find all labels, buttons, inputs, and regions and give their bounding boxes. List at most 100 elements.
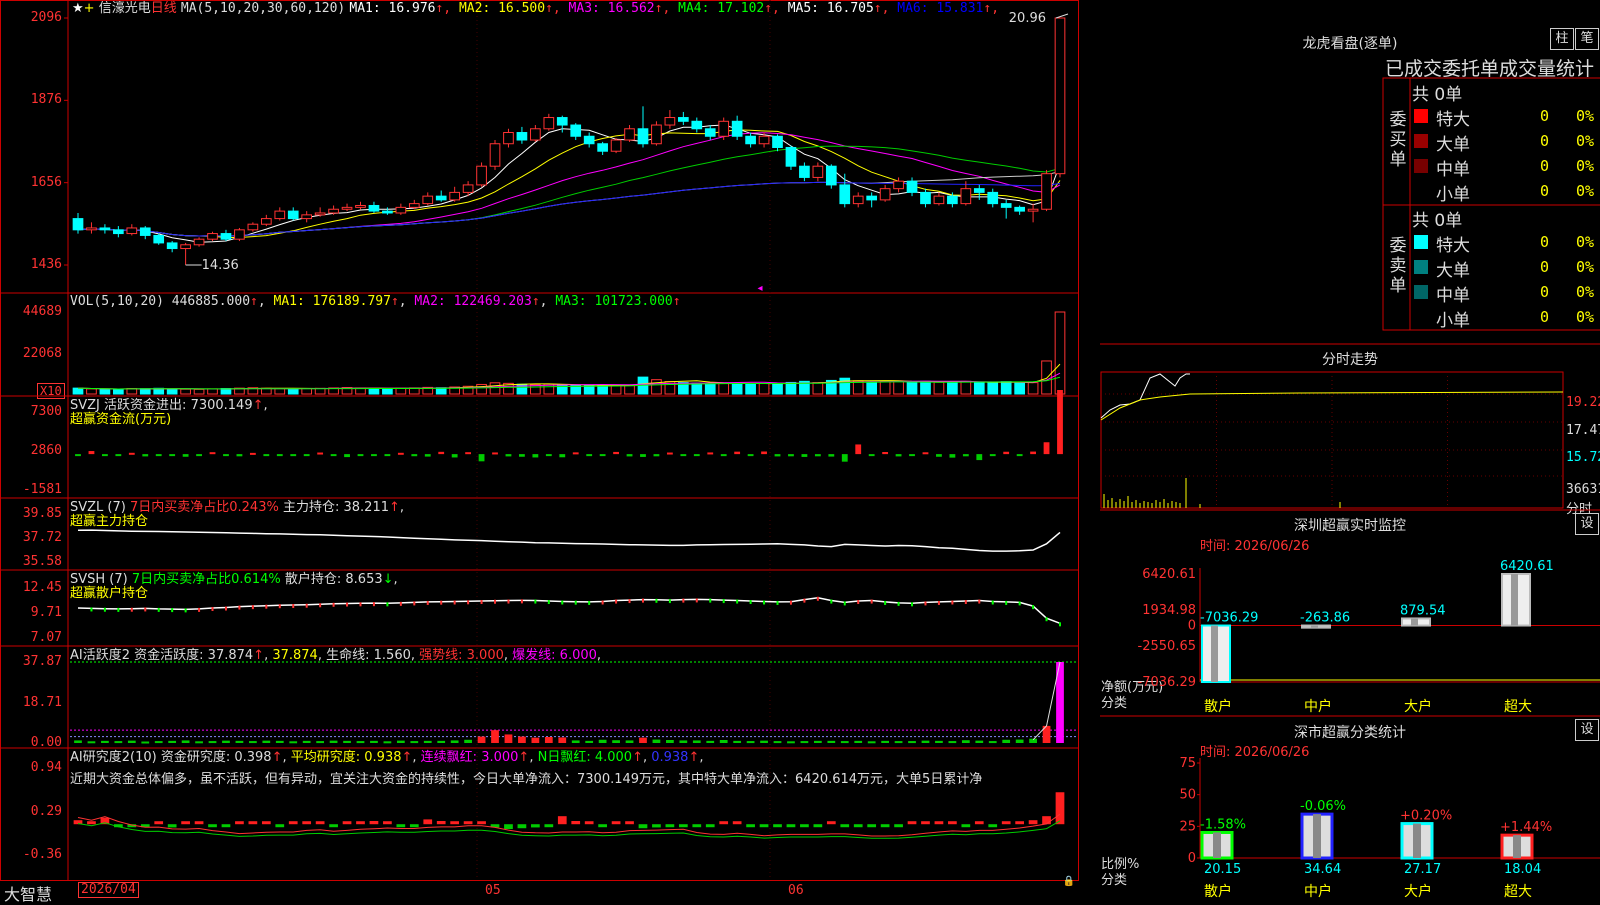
classify-bar-shade bbox=[1313, 814, 1321, 858]
volume-bar bbox=[772, 383, 783, 395]
candle-body bbox=[408, 203, 420, 208]
candle bbox=[812, 162, 824, 182]
candle-body bbox=[610, 139, 622, 152]
ai-active-bar bbox=[935, 740, 943, 743]
svsh-tick bbox=[655, 598, 658, 603]
volume-bar bbox=[180, 388, 191, 395]
volume-bar bbox=[86, 388, 97, 395]
ai-research-bar bbox=[948, 821, 957, 825]
classify-side-label-1: 比例% bbox=[1101, 857, 1140, 872]
candle bbox=[1027, 203, 1039, 223]
candle-body bbox=[476, 165, 487, 186]
column-button[interactable]: 柱 bbox=[1550, 28, 1574, 50]
sell-total: 共 0单 bbox=[1412, 211, 1463, 231]
svzj-bar bbox=[371, 454, 377, 457]
ai-research-bar bbox=[840, 824, 850, 828]
candle bbox=[745, 132, 756, 148]
candle-body bbox=[933, 195, 945, 205]
candle bbox=[166, 241, 178, 253]
candle bbox=[570, 123, 582, 141]
candle bbox=[368, 201, 380, 213]
intraday-price-line bbox=[1100, 373, 1190, 419]
svsh-tick bbox=[480, 600, 483, 605]
ai-research-bar bbox=[934, 821, 944, 825]
candle-body bbox=[449, 191, 461, 201]
ai-active-bar bbox=[692, 740, 701, 743]
svzj-bars bbox=[75, 390, 1063, 462]
buy-row-label: 小单 bbox=[1436, 185, 1470, 205]
svsh-tick bbox=[628, 599, 631, 604]
ai-active-bar bbox=[598, 739, 607, 743]
monitor-bar bbox=[1301, 624, 1331, 629]
sell-row-label: 特大 bbox=[1436, 236, 1470, 256]
monitor-bar-label: 879.54 bbox=[1400, 603, 1446, 618]
buy-row-pct: 0% bbox=[1576, 107, 1595, 125]
svsh-line bbox=[77, 597, 1061, 625]
sell-row-label: 中单 bbox=[1436, 286, 1470, 306]
svsh-tick bbox=[399, 601, 402, 606]
svsh-tick bbox=[964, 600, 967, 605]
ai-research-bar bbox=[557, 816, 567, 825]
ai-active-bar bbox=[289, 741, 298, 744]
classify-bar bbox=[1200, 830, 1234, 860]
candle bbox=[839, 173, 851, 208]
candle bbox=[785, 145, 797, 170]
svzj-bar bbox=[75, 454, 81, 457]
svsh-tick bbox=[372, 602, 375, 607]
candle bbox=[933, 192, 945, 206]
volume-bar bbox=[1014, 382, 1025, 395]
sell-swatch bbox=[1414, 260, 1428, 274]
candle-body bbox=[126, 227, 138, 235]
ai-research-bar bbox=[221, 824, 231, 828]
ai-active-bar bbox=[275, 740, 284, 743]
tab-trade-stats[interactable]: 已成交委托单成交量统计 bbox=[1385, 54, 1600, 81]
svsh-tick bbox=[615, 599, 618, 604]
ai-active-bar bbox=[558, 737, 567, 743]
candle-body bbox=[731, 120, 743, 137]
svsh-tick bbox=[763, 600, 766, 605]
ai-research-bar bbox=[921, 821, 930, 825]
candle bbox=[247, 222, 259, 232]
classify-category: 中户 bbox=[1304, 883, 1332, 900]
svsh-tick bbox=[911, 602, 914, 607]
volume-bar bbox=[207, 388, 218, 395]
sell-row-count: 0 bbox=[1540, 308, 1550, 326]
classify-settings-button[interactable]: 设 bbox=[1575, 719, 1599, 741]
volume-bar bbox=[704, 383, 716, 395]
ai-active-bar bbox=[222, 740, 230, 743]
svsh-tick bbox=[184, 608, 187, 613]
svzj-bar bbox=[801, 454, 808, 457]
monitor-settings-button[interactable]: 设 bbox=[1575, 513, 1599, 535]
classify-bar-shade bbox=[1513, 835, 1521, 858]
candle bbox=[651, 121, 662, 146]
candle bbox=[677, 111, 689, 126]
candle-body bbox=[382, 210, 393, 214]
ai-active-bar bbox=[518, 736, 526, 743]
classify-change-label: -0.06% bbox=[1300, 799, 1346, 814]
volume-bar bbox=[301, 387, 313, 395]
svsh-tick bbox=[978, 599, 981, 604]
ai-research-bar bbox=[571, 821, 581, 825]
ai-research-bars bbox=[73, 792, 1065, 830]
candle-body bbox=[86, 227, 97, 231]
candle-body bbox=[72, 218, 84, 231]
volume-bar bbox=[1041, 360, 1052, 395]
svzj-bar bbox=[841, 454, 848, 462]
left-charts[interactable]: 20.96 14.36 ◂ 🔒 bbox=[0, 0, 1100, 900]
ai-research-bar bbox=[907, 821, 917, 825]
ai-research-bar bbox=[235, 821, 244, 825]
candle bbox=[476, 162, 487, 187]
svzj-bar bbox=[962, 454, 969, 457]
buy-row-label: 特大 bbox=[1436, 110, 1470, 130]
ai-research-bar bbox=[181, 821, 190, 825]
svzj-bar bbox=[545, 454, 552, 457]
svzj-bar bbox=[868, 454, 875, 457]
pen-button[interactable]: 笔 bbox=[1575, 28, 1599, 50]
svzj-bar bbox=[1043, 442, 1050, 455]
ai-active-bar bbox=[639, 737, 647, 743]
svzj-bar bbox=[263, 454, 270, 457]
svsh-tick bbox=[641, 598, 644, 603]
svsh-tick bbox=[117, 607, 120, 612]
svsh-tick bbox=[494, 599, 497, 604]
candle-body bbox=[570, 124, 582, 137]
